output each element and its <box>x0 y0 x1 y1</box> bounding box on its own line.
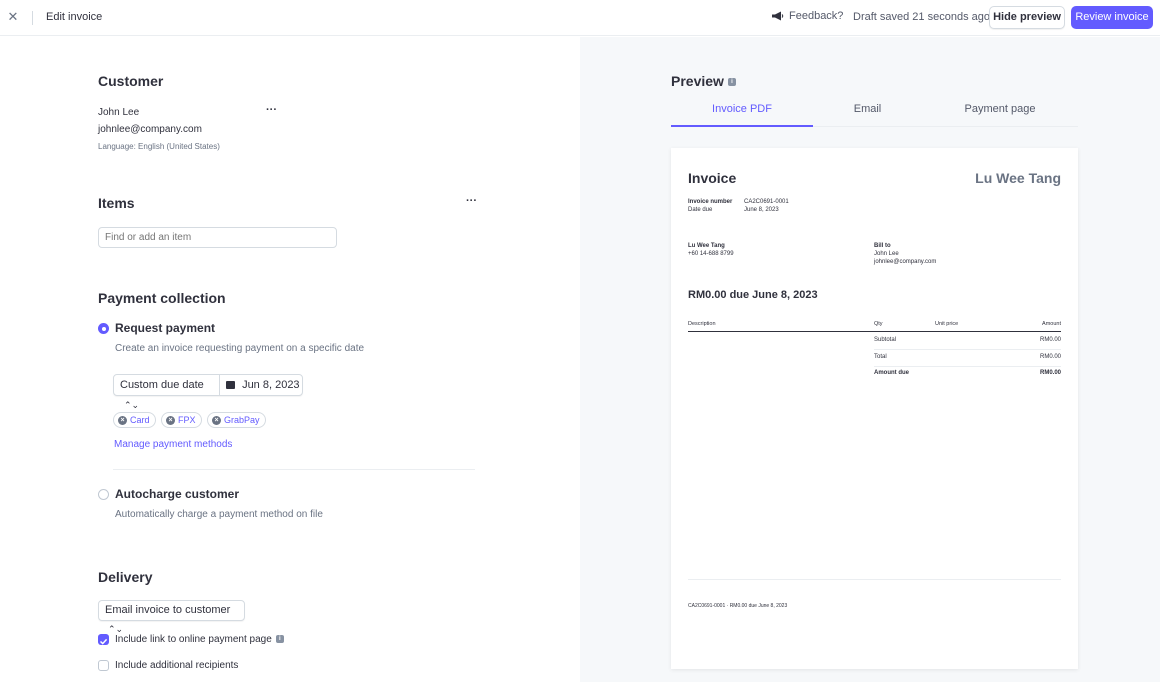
include-link-text: Include link to online payment page <box>115 634 272 645</box>
payment-method-chip[interactable]: × FPX <box>161 412 202 428</box>
remove-icon[interactable]: × <box>118 415 127 425</box>
include-link-checkbox[interactable] <box>98 634 109 645</box>
tab-invoice-pdf[interactable]: Invoice PDF <box>671 103 813 115</box>
preview-heading: Preview i <box>671 73 736 89</box>
invoice-number-label: Invoice number <box>688 199 733 205</box>
request-payment-label[interactable]: Request payment <box>115 321 215 335</box>
autocharge-desc: Automatically charge a payment method on… <box>115 509 323 520</box>
autocharge-label[interactable]: Autocharge customer <box>115 487 239 501</box>
additional-recipients-label[interactable]: Include additional recipients <box>115 660 238 671</box>
chip-label: Card <box>130 415 150 425</box>
total-label: Total <box>874 354 887 360</box>
calendar-icon <box>226 381 235 389</box>
customer-language: Language: English (United States) <box>98 142 220 151</box>
delivery-select-value: Email invoice to customer <box>105 604 231 616</box>
customer-more-icon[interactable]: ··· <box>266 104 277 116</box>
autocharge-radio[interactable] <box>98 489 109 500</box>
date-due: June 8, 2023 <box>744 207 779 213</box>
edit-form: Customer John Lee ··· johnlee@company.co… <box>0 37 580 682</box>
invoice-number: CA2C0691-0001 <box>744 199 789 205</box>
row-rule <box>874 366 1061 367</box>
preview-heading-text: Preview <box>671 73 724 89</box>
divider <box>113 469 475 470</box>
invoice-pdf-preview: Invoice Lu Wee Tang Invoice number CA2C0… <box>671 148 1078 669</box>
customer-email: johnlee@company.com <box>98 124 202 135</box>
customer-name: John Lee <box>98 107 140 118</box>
chevron-updown-icon: ⌃⌄ <box>108 624 124 634</box>
total-value: RM0.00 <box>1039 354 1061 360</box>
review-invoice-button[interactable]: Review invoice <box>1071 6 1153 29</box>
manage-payment-methods-link[interactable]: Manage payment methods <box>114 439 232 450</box>
items-more-icon[interactable]: ··· <box>466 195 477 207</box>
bill-to-email: johnlee@company.com <box>874 259 937 265</box>
merchant-name: Lu Wee Tang <box>975 170 1061 186</box>
remove-icon[interactable]: × <box>212 415 221 425</box>
megaphone-icon <box>772 11 784 21</box>
page-title: Edit invoice <box>46 11 103 23</box>
info-icon[interactable]: i <box>275 635 284 644</box>
include-link-label[interactable]: Include link to online payment page i <box>115 634 284 645</box>
item-search-input[interactable] <box>98 227 337 248</box>
customer-heading: Customer <box>98 73 164 89</box>
bill-to-label: Bill to <box>874 243 891 249</box>
tab-email[interactable]: Email <box>813 103 922 115</box>
close-icon[interactable]: ✕ <box>6 9 20 25</box>
tab-payment-page[interactable]: Payment page <box>922 103 1078 115</box>
delivery-heading: Delivery <box>98 569 153 585</box>
active-tab-indicator <box>671 125 813 127</box>
from-name: Lu Wee Tang <box>688 243 725 249</box>
remove-icon[interactable]: × <box>166 415 175 425</box>
additional-recipients-checkbox[interactable] <box>98 660 109 671</box>
request-payment-radio[interactable] <box>98 323 109 334</box>
delivery-select[interactable]: Email invoice to customer ⌃⌄ <box>98 600 245 634</box>
info-icon[interactable]: i <box>727 78 736 87</box>
chevron-updown-icon: ⌃⌄ <box>124 400 140 410</box>
top-bar: ✕ Edit invoice Feedback? Draft saved 21 … <box>0 0 1160 36</box>
col-amount: Amount <box>1042 321 1061 327</box>
payment-method-chip[interactable]: × GrabPay <box>207 412 266 428</box>
due-date-control: Custom due date ⌃⌄ Jun 8, 2023 <box>113 374 303 410</box>
col-unit-price: Unit price <box>935 321 959 327</box>
due-date-value: Jun 8, 2023 <box>242 379 300 391</box>
due-type-value: Custom due date <box>120 379 204 391</box>
preview-panel: Preview i Invoice PDF Email Payment page … <box>580 37 1160 682</box>
draft-status: Draft saved 21 seconds ago <box>853 11 990 23</box>
table-header-rule <box>688 331 1061 332</box>
payment-heading: Payment collection <box>98 290 226 306</box>
due-date-picker[interactable]: Jun 8, 2023 <box>220 375 302 395</box>
date-due-label: Date due <box>688 207 713 213</box>
subtotal-label: Subtotal <box>874 337 897 343</box>
hide-preview-button[interactable]: Hide preview <box>989 6 1065 29</box>
check-icon <box>99 638 108 645</box>
chip-label: GrabPay <box>224 415 260 425</box>
due-type-select[interactable]: Custom due date ⌃⌄ <box>114 375 220 410</box>
items-heading: Items <box>98 195 135 211</box>
row-rule <box>874 349 1061 350</box>
amount-due-value: RM0.00 <box>1039 370 1061 376</box>
footer-rule <box>688 579 1061 580</box>
divider <box>32 11 33 25</box>
bill-to-name: John Lee <box>874 251 899 257</box>
amount-due-label: Amount due <box>874 370 909 376</box>
request-payment-desc: Create an invoice requesting payment on … <box>115 343 365 354</box>
subtotal-value: RM0.00 <box>1039 337 1061 343</box>
invoice-footer: CA2C0691-0001 · RM0.00 due June 8, 2023 <box>688 603 788 609</box>
col-qty: Qty <box>874 321 883 327</box>
from-phone: +60 14-688 8799 <box>688 251 734 257</box>
invoice-title: Invoice <box>688 170 737 186</box>
col-description: Description <box>688 321 716 327</box>
feedback-link[interactable]: Feedback? <box>771 10 843 22</box>
feedback-label[interactable]: Feedback? <box>789 10 843 22</box>
amount-headline: RM0.00 due June 8, 2023 <box>688 289 818 301</box>
payment-method-chip[interactable]: × Card <box>113 412 156 428</box>
chip-label: FPX <box>178 415 196 425</box>
